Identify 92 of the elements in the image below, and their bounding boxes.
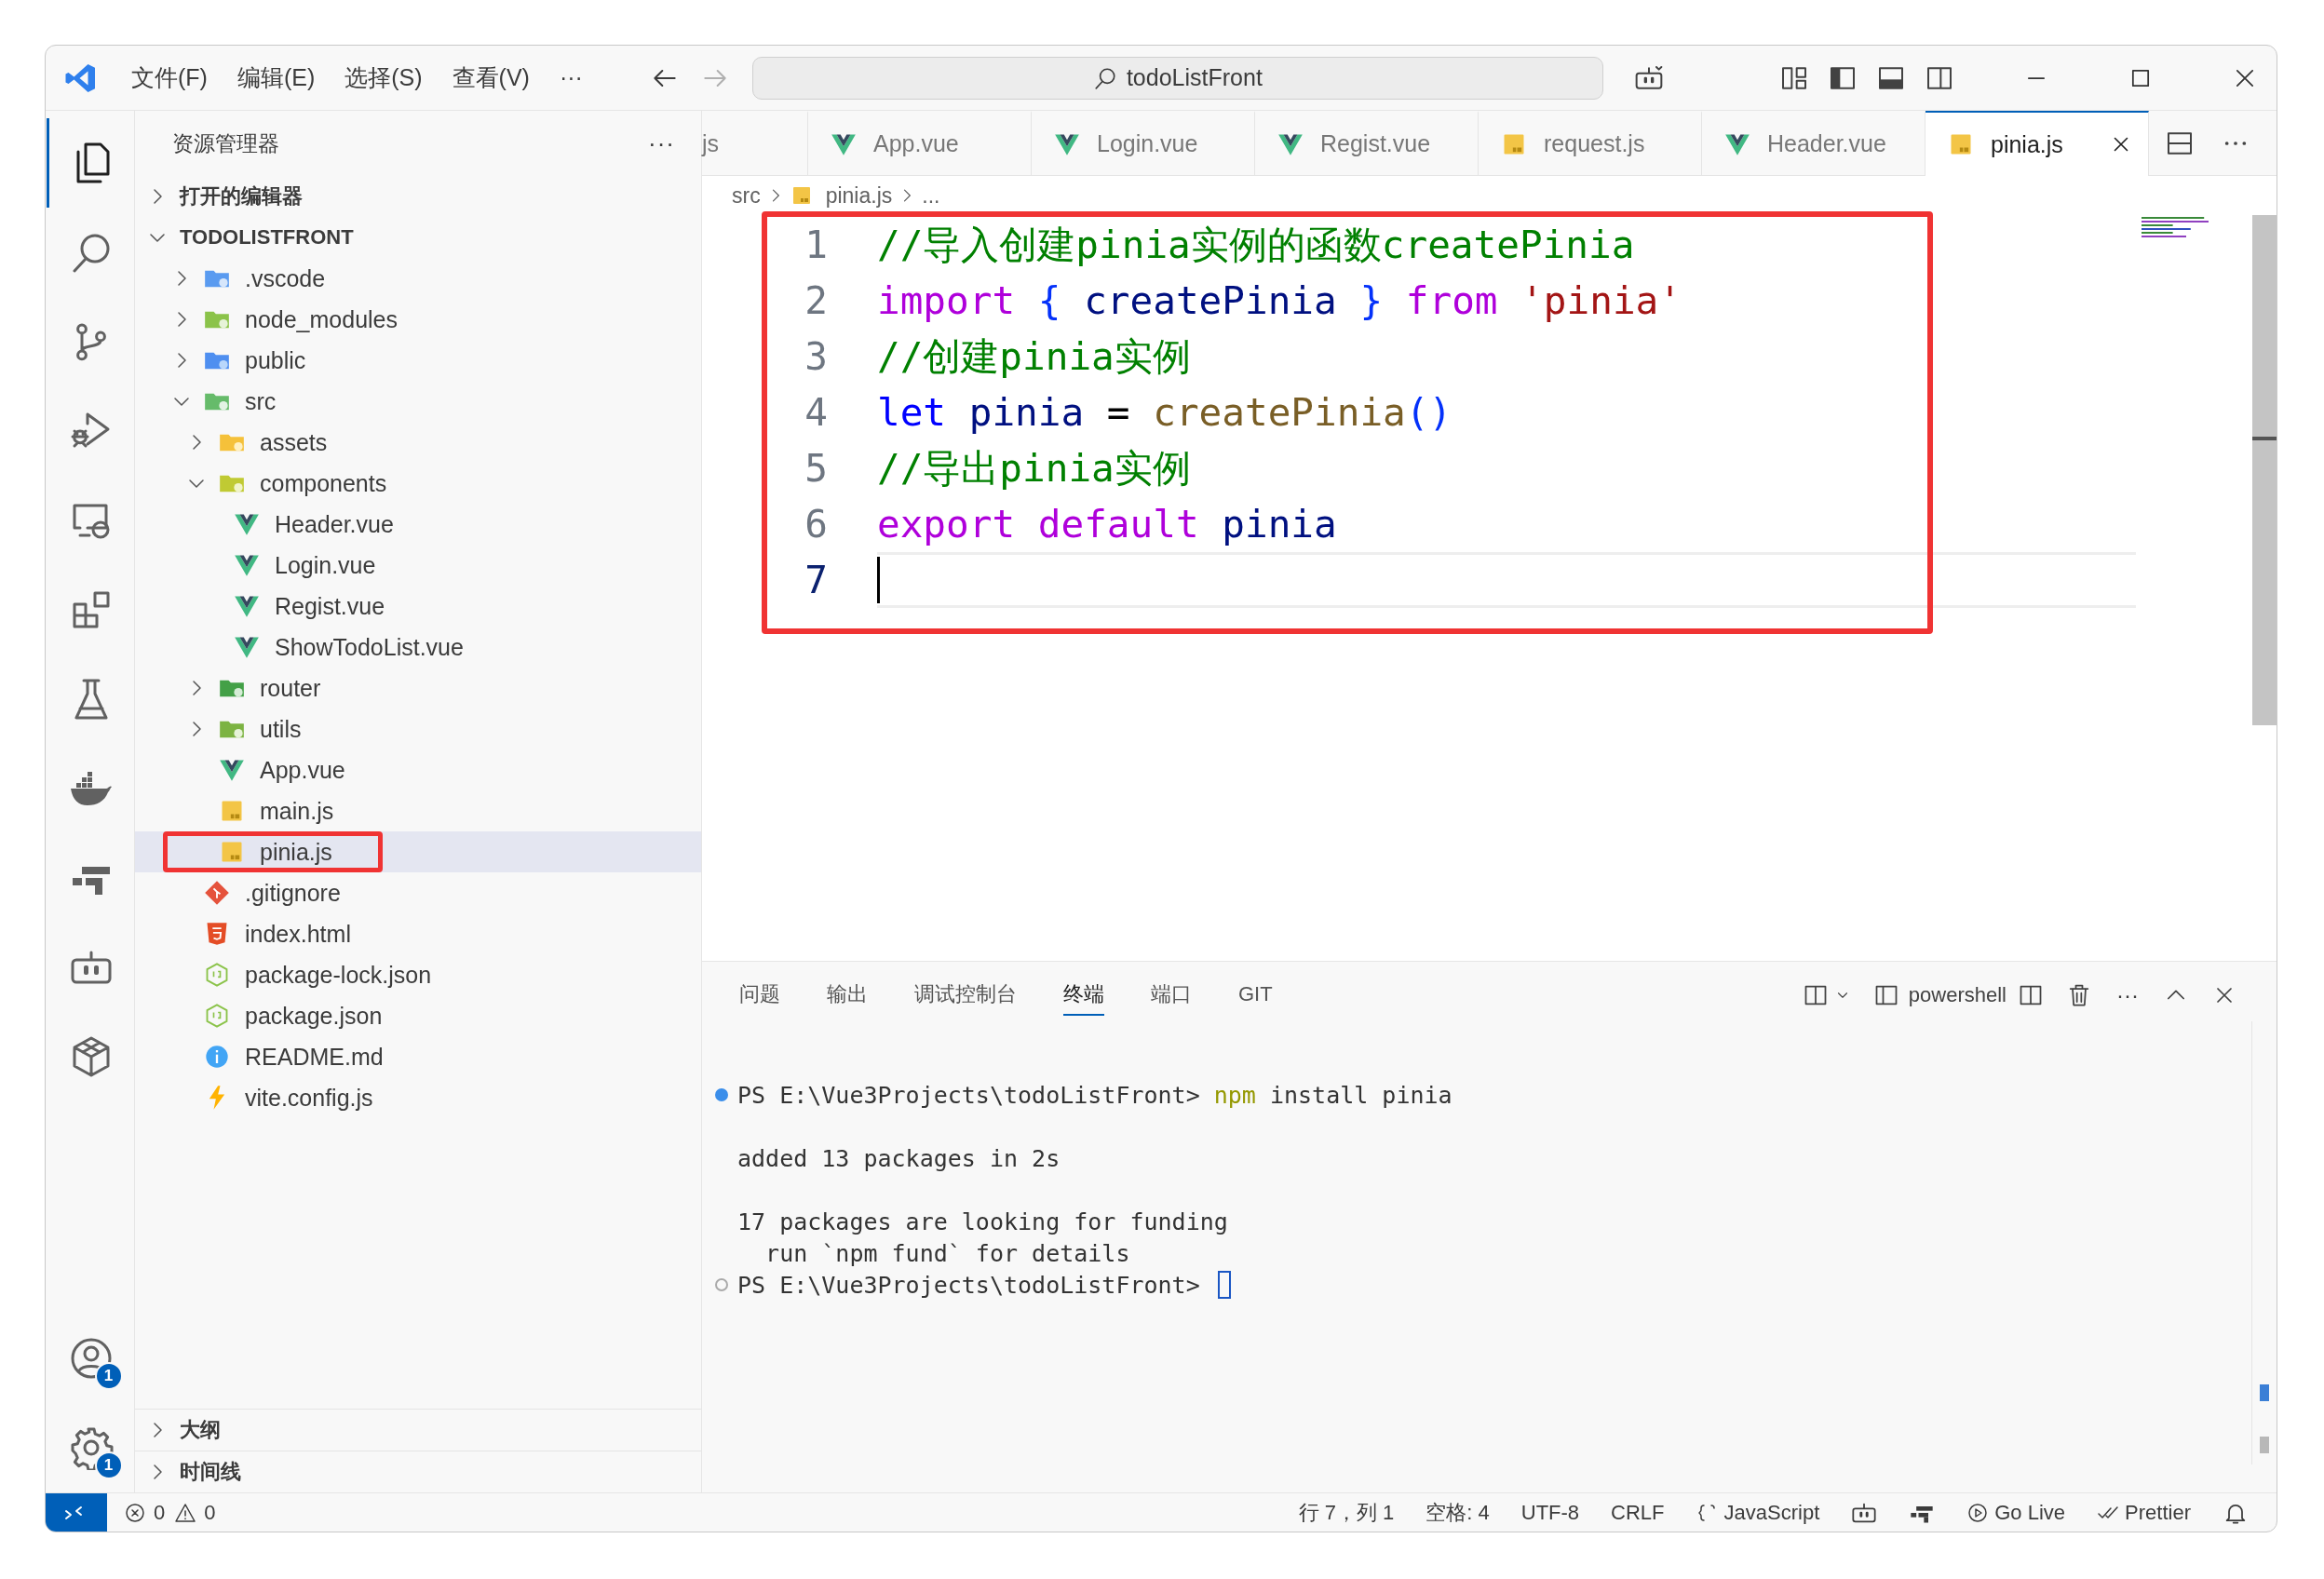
terminal-line: PS E:\Vue3Projects\todoListFront> [737,1271,1201,1299]
more-button[interactable]: ··· [547,59,594,97]
editor-tab[interactable]: pinia.js [1925,111,2149,176]
line-number: 7 [804,558,829,602]
tree-item[interactable]: router [135,668,701,709]
terminal-profile[interactable]: powershell [1861,982,2006,1008]
line-number: 5 [804,446,829,491]
tree-item[interactable]: pinia.js [135,831,701,872]
tree-item[interactable]: .vscode [135,258,701,299]
status-item[interactable]: Go Live [1966,1500,2066,1525]
count-badge: 1 [94,1451,123,1479]
tree-item[interactable]: .gitignore [135,872,701,913]
terminal-line: 17 packages are looking for funding [737,1208,1228,1235]
panel-tab[interactable]: 问题 [739,975,780,1016]
line-number: 2 [804,278,829,323]
tree-item[interactable]: node_modules [135,299,701,340]
line-number: 3 [804,334,829,379]
warning-icon [174,1501,197,1524]
tree-item[interactable]: components [135,463,701,504]
panel-title: 资源管理器 [172,129,280,157]
info-icon [204,1044,230,1070]
tree-item[interactable]: vite.config.js [135,1077,701,1118]
code-line: let pinia = createPinia() [877,389,1452,437]
line-number: 4 [804,390,829,435]
tree-item[interactable]: package-lock.json [135,954,701,995]
account-icon [69,1336,114,1381]
tree-item[interactable]: public [135,340,701,381]
remote-button[interactable] [46,1492,107,1532]
section-header[interactable]: 时间线 [135,1451,701,1492]
section-header[interactable]: 打开的编辑器 [135,176,701,217]
more-button[interactable]: ··· [648,128,675,158]
tree-item[interactable]: ShowTodoList.vue [135,627,701,668]
diamond-icon [204,880,230,906]
tree-item[interactable]: Regist.vue [135,586,701,627]
editor-tab[interactable]: js [702,111,808,175]
activity-button[interactable]: 1 [46,1403,134,1492]
tree-item[interactable]: assets [135,422,701,463]
panel-tab[interactable]: GIT [1238,977,1273,1014]
tree-item[interactable]: App.vue [135,749,701,790]
error-icon [124,1501,146,1524]
hexagon-icon [204,1003,230,1029]
minimap[interactable] [2142,217,2211,239]
tree-item[interactable]: Header.vue [135,504,701,545]
status-item[interactable]: UTF-8 [1520,1500,1580,1525]
problems-button[interactable]: 0 0 [124,1500,223,1525]
code-line: //导入创建pinia实例的函数createPinia [877,221,1635,269]
status-item[interactable]: 空格: 4 [1425,1498,1490,1527]
status-item[interactable]: CRLF [1611,1500,1665,1525]
hexagon-icon [204,962,230,988]
panel-tab[interactable]: 调试控制台 [914,975,1017,1016]
tree-item[interactable]: utils [135,709,701,749]
tree-item[interactable]: index.html [135,913,701,954]
line-number: 6 [804,502,829,547]
terminal-line: run `npm fund` for details [764,1239,1130,1267]
terminal-line: PS E:\Vue3Projects\todoListFront> npm install pinia [737,1081,1452,1109]
code-line: //导出pinia实例 [877,444,1191,493]
breadcrumb-item[interactable]: src [732,182,761,209]
code-line: import { createPinia } from 'pinia' [877,277,1682,325]
editor-tab[interactable]: Login.vue [1032,111,1255,175]
terminal-line: added 13 packages in 2s [737,1144,1061,1172]
code-line: //创建pinia实例 [877,332,1191,381]
tree-item[interactable]: README.md [135,1036,701,1077]
activity-button[interactable]: 1 [46,1314,134,1403]
status-item[interactable]: JavaScript [1696,1500,1820,1525]
tree-item[interactable]: src [135,381,701,422]
menu-item[interactable]: 查看(V) [440,57,541,99]
status-item[interactable]: Prettier [2097,1500,2191,1525]
tree-item[interactable]: main.js [135,790,701,831]
section-header[interactable]: TODOLISTFRONT [135,217,701,258]
scrollbar[interactable] [2252,215,2277,725]
menu-item[interactable]: 选择(S) [333,57,434,99]
section-header[interactable]: 大纲 [135,1409,701,1451]
panel-tab[interactable]: 端口 [1151,975,1192,1016]
menu-item[interactable]: 文件(F) [120,57,219,99]
tree-item[interactable]: Login.vue [135,545,701,586]
editor-tab[interactable]: request.js [1479,111,1702,175]
text-cursor [877,557,880,603]
tree-item[interactable]: package.json [135,995,701,1036]
command-center[interactable]: todoListFront [751,56,1603,100]
breadcrumb-item[interactable]: ... [922,182,940,209]
menu-item[interactable]: 编辑(E) [225,57,327,99]
editor-tab[interactable]: Regist.vue [1255,111,1479,175]
broadcast-icon [1966,1501,1990,1524]
status-item[interactable]: 行 7，列 1 [1298,1498,1395,1527]
breadcrumb-item[interactable]: pinia.js [790,182,893,209]
code-line: export default pinia [877,501,1337,548]
panel-tab[interactable]: 输出 [827,975,868,1016]
count-badge: 1 [94,1362,123,1390]
editor-tab[interactable]: App.vue [808,111,1032,175]
line-number: 1 [804,223,829,267]
more-button[interactable]: ··· [2116,982,2139,1008]
panel-tab[interactable]: 终端 [1063,975,1104,1016]
